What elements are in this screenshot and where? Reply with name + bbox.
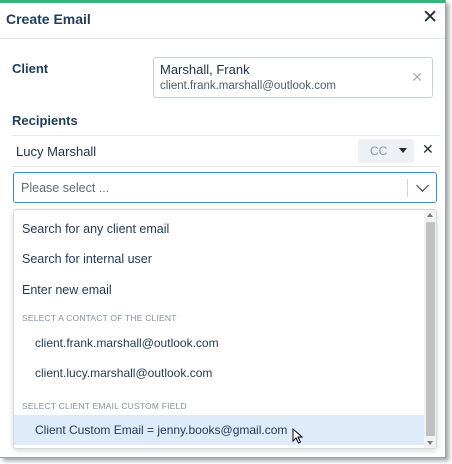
option-custom-field-label: Client Custom Email = jenny.books@gmail.…	[35, 423, 288, 437]
scroll-up-arrow-icon[interactable]	[427, 213, 433, 217]
client-label: Client	[12, 61, 49, 76]
remove-recipient-icon[interactable]: ✕	[422, 141, 434, 158]
dropdown-scrollbar[interactable]	[424, 210, 436, 448]
option-enter-new-email[interactable]: Enter new email	[22, 283, 432, 297]
recipients-label: Recipients	[12, 113, 78, 128]
recipient-dropdown-menu: Search for any client email Search for i…	[13, 209, 437, 449]
select-divider	[407, 179, 408, 197]
recipient-row: Lucy Marshall CC ✕	[12, 135, 440, 167]
recipient-name: Lucy Marshall	[16, 144, 97, 159]
client-email: client.frank.marshall@outlook.com	[160, 80, 336, 92]
create-email-dialog: Create Email ✕ Client Marshall, Frank cl…	[0, 0, 446, 458]
option-search-internal-user[interactable]: Search for internal user	[22, 252, 432, 266]
close-icon[interactable]: ✕	[422, 6, 438, 30]
option-contact-email[interactable]: client.lucy.marshall@outlook.com	[35, 366, 436, 380]
chevron-down-icon[interactable]	[416, 179, 429, 192]
recipient-search-select[interactable]: Please select ...	[13, 172, 437, 203]
recipient-type-select[interactable]: CC	[358, 139, 414, 163]
caret-down-icon	[399, 148, 407, 153]
dialog-header: Create Email ✕	[0, 3, 445, 39]
client-name: Marshall, Frank	[160, 62, 250, 77]
clear-client-icon[interactable]: ✕	[411, 69, 423, 86]
group-heading-custom-field: SELECT CLIENT EMAIL CUSTOM FIELD	[22, 401, 187, 411]
dialog-title: Create Email	[6, 11, 91, 27]
client-field[interactable]: Marshall, Frank client.frank.marshall@ou…	[153, 57, 433, 98]
option-contact-email[interactable]: client.frank.marshall@outlook.com	[35, 336, 436, 350]
select-placeholder: Please select ...	[21, 181, 110, 195]
recipient-type-value: CC	[370, 144, 388, 158]
scroll-down-arrow-icon[interactable]	[427, 441, 433, 445]
mouse-cursor-icon	[292, 428, 304, 444]
scrollbar-thumb[interactable]	[426, 222, 435, 436]
option-custom-field-email[interactable]: Client Custom Email = jenny.books@gmail.…	[14, 415, 424, 445]
group-heading-client-contact: SELECT A CONTACT OF THE CLIENT	[22, 313, 177, 323]
option-search-client-email[interactable]: Search for any client email	[22, 222, 432, 236]
